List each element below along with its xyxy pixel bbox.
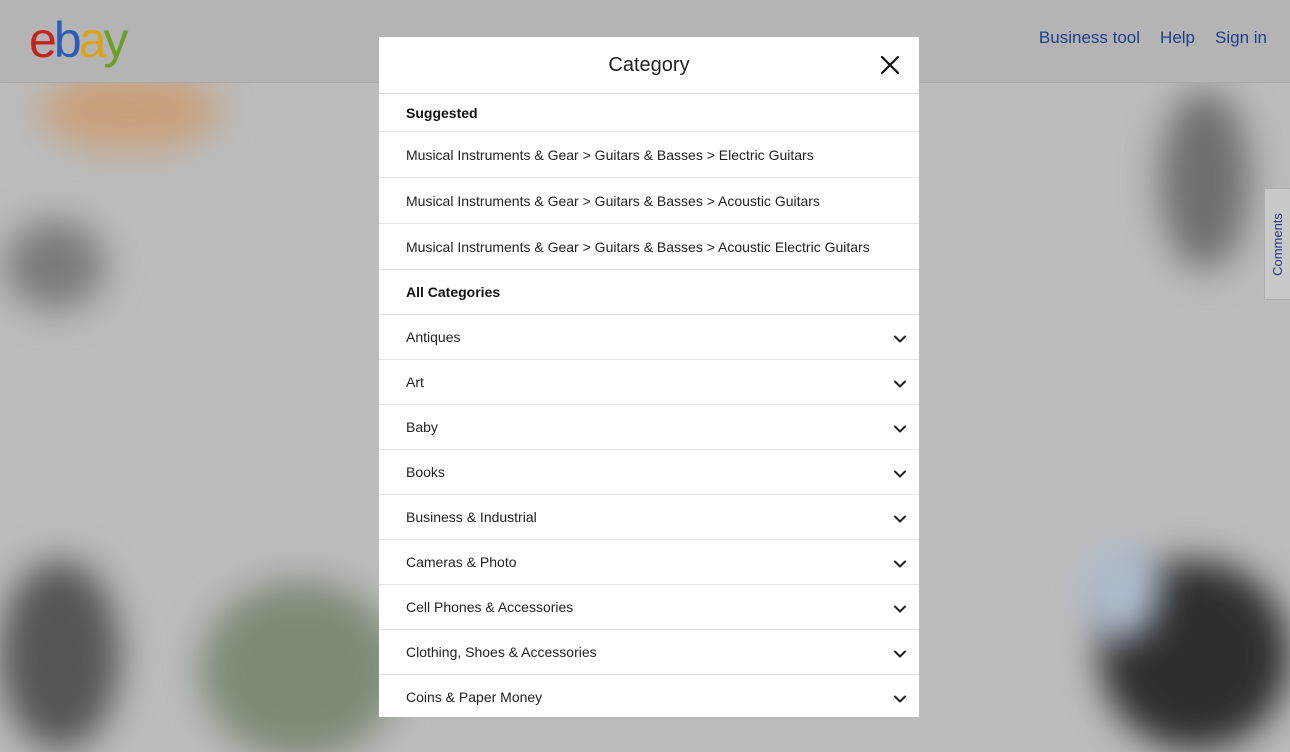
business-tool-link[interactable]: Business tool (1039, 28, 1140, 48)
category-item-cell-phones[interactable]: Cell Phones & Accessories (379, 585, 919, 630)
help-link[interactable]: Help (1160, 28, 1195, 48)
logo-letter: b (53, 12, 82, 68)
category-item-business-industrial[interactable]: Business & Industrial (379, 495, 919, 540)
chevron-down-icon[interactable] (893, 512, 907, 526)
logo-letter: a (78, 12, 107, 68)
suggested-category-label: Musical Instruments & Gear > Guitars & B… (406, 192, 820, 209)
category-label: Clothing, Shoes & Accessories (406, 644, 597, 660)
blurred-image (1080, 540, 1160, 640)
category-label: Art (406, 374, 424, 390)
blurred-image (1160, 90, 1250, 270)
blurred-image (5, 220, 105, 310)
category-label: Coins & Paper Money (406, 689, 543, 705)
top-nav: Business tool Help Sign in (1039, 28, 1267, 48)
close-icon[interactable] (879, 54, 901, 76)
category-label: Baby (406, 419, 438, 435)
category-item-antiques[interactable]: Antiques (379, 315, 919, 360)
modal-header: Category (379, 37, 919, 94)
suggested-category-item[interactable]: Musical Instruments & Gear > Guitars & B… (379, 224, 919, 270)
chevron-down-icon[interactable] (893, 602, 907, 616)
logo-letter: e (29, 12, 57, 68)
all-categories-heading: All Categories (379, 270, 919, 315)
chevron-down-icon[interactable] (893, 332, 907, 346)
category-item-clothing[interactable]: Clothing, Shoes & Accessories (379, 630, 919, 675)
category-label: Business & Industrial (406, 509, 537, 525)
blurred-image (0, 560, 120, 750)
chevron-down-icon[interactable] (893, 467, 907, 481)
category-item-baby[interactable]: Baby (379, 405, 919, 450)
category-label: Antiques (406, 329, 461, 345)
chevron-down-icon[interactable] (893, 422, 907, 436)
comments-tab[interactable]: Comments (1264, 188, 1290, 300)
suggested-category-item[interactable]: Musical Instruments & Gear > Guitars & B… (379, 132, 919, 178)
suggested-category-label: Musical Instruments & Gear > Guitars & B… (406, 146, 814, 163)
category-modal: Category Suggested Musical Instruments &… (379, 37, 919, 717)
suggested-category-item[interactable]: Musical Instruments & Gear > Guitars & B… (379, 178, 919, 224)
chevron-down-icon[interactable] (893, 692, 907, 706)
chevron-down-icon[interactable] (893, 557, 907, 571)
blurred-image (200, 580, 400, 752)
category-label: Cameras & Photo (406, 554, 517, 570)
logo-letter: y (103, 12, 128, 68)
sign-in-link[interactable]: Sign in (1215, 28, 1267, 48)
category-item-art[interactable]: Art (379, 360, 919, 405)
category-item-coins[interactable]: Coins & Paper Money (379, 675, 919, 717)
suggested-category-label: Musical Instruments & Gear > Guitars & B… (406, 238, 870, 255)
category-item-books[interactable]: Books (379, 450, 919, 495)
chevron-down-icon[interactable] (893, 647, 907, 661)
category-label: Cell Phones & Accessories (406, 599, 574, 615)
suggested-heading: Suggested (379, 94, 919, 132)
chevron-down-icon[interactable] (893, 377, 907, 391)
category-label: Books (406, 464, 445, 480)
ebay-logo[interactable]: ebay (29, 10, 128, 70)
category-item-cameras-photo[interactable]: Cameras & Photo (379, 540, 919, 585)
comments-tab-label: Comments (1270, 212, 1286, 276)
modal-title: Category (608, 53, 690, 76)
